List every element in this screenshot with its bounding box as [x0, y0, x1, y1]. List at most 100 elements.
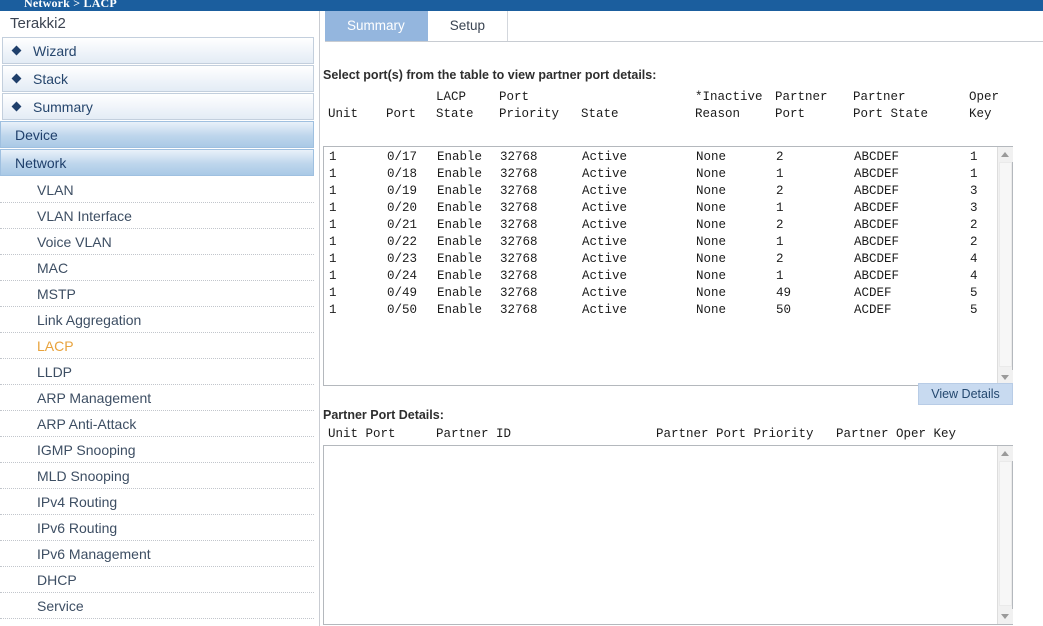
table-row[interactable]: 1 0/22 Enable 32768 Active None 1 ABCDEF 2: [324, 234, 997, 251]
cell-inactive-reason: None: [696, 303, 727, 317]
cell-partner-port: 1: [776, 235, 784, 249]
port-header-oper-key: Key: [969, 107, 992, 121]
sidebar-item-label: LLDP: [37, 364, 73, 380]
cell-port-priority: 32768: [500, 167, 538, 181]
table-row[interactable]: 1 0/21 Enable 32768 Active None 2 ABCDEF 2: [324, 217, 997, 234]
table-row[interactable]: 1 0/19 Enable 32768 Active None 2 ABCDEF 3: [324, 183, 997, 200]
sidebar-top-item-wizard[interactable]: Wizard: [2, 37, 314, 64]
table-row[interactable]: 1 0/50 Enable 32768 Active None 50 ACDEF 5: [324, 302, 997, 319]
cell-unit: 1: [329, 303, 337, 317]
cell-port-priority: 32768: [500, 184, 538, 198]
partner-details-scrollbar[interactable]: [997, 446, 1013, 624]
cell-inactive-reason: None: [696, 218, 727, 232]
scroll-up-arrow-icon[interactable]: [998, 446, 1013, 461]
port-table-rows[interactable]: 1 0/17 Enable 32768 Active None 2 ABCDEF 1 1 0/18 E…: [324, 147, 997, 385]
partner-header-partner-oper-key: Partner Oper Key: [836, 427, 957, 441]
cell-lacp-state: Enable: [437, 235, 483, 249]
tab-setup[interactable]: Setup: [428, 11, 509, 41]
sidebar-item-lldp[interactable]: LLDP: [0, 359, 314, 385]
sidebar-item-label: MSTP: [37, 286, 76, 302]
sidebar-section-label: Network: [15, 155, 67, 171]
cell-partner-port: 2: [776, 184, 784, 198]
sidebar-item-label: IPv6 Management: [37, 546, 151, 562]
cell-unit: 1: [329, 218, 337, 232]
port-header-partner-port: Partner: [775, 90, 828, 104]
cell-state: Active: [582, 286, 628, 300]
sidebar-top-item-label: Stack: [33, 71, 69, 87]
table-row[interactable]: 1 0/24 Enable 32768 Active None 1 ABCDEF 4: [324, 268, 997, 285]
port-header-port: Port: [386, 107, 417, 121]
cell-partner-port-state: ACDEF: [854, 303, 892, 317]
sidebar-item-vlan-interface[interactable]: VLAN Interface: [0, 203, 314, 229]
sidebar-item-ipv6-routing[interactable]: IPv6 Routing: [0, 515, 314, 541]
cell-partner-port: 1: [776, 269, 784, 283]
sidebar-item-link-aggregation[interactable]: Link Aggregation: [0, 307, 314, 333]
sidebar-item-label: IPv6 Routing: [37, 520, 118, 536]
scrollbar-thumb[interactable]: [999, 162, 1012, 367]
cell-port-priority: 32768: [500, 150, 538, 164]
sidebar-item-voice-vlan[interactable]: Voice VLAN: [0, 229, 314, 255]
sidebar-item-mac[interactable]: MAC: [0, 255, 314, 281]
table-row[interactable]: 1 0/17 Enable 32768 Active None 2 ABCDEF 1: [324, 149, 997, 166]
sidebar-item-vlan[interactable]: VLAN: [0, 177, 314, 203]
sidebar-item-ipv6-management[interactable]: IPv6 Management: [0, 541, 314, 567]
port-header-inactive-reason: Reason: [695, 107, 741, 121]
cell-port: 0/22: [387, 235, 418, 249]
sidebar-top-item-summary[interactable]: Summary: [2, 93, 314, 120]
table-row[interactable]: 1 0/20 Enable 32768 Active None 1 ABCDEF 3: [324, 200, 997, 217]
cell-port-priority: 32768: [500, 252, 538, 266]
partner-details-label: Partner Port Details:: [323, 408, 444, 422]
cell-lacp-state: Enable: [437, 252, 483, 266]
sidebar-item-service[interactable]: Service: [0, 593, 314, 619]
port-header-partner-port-state: Port State: [853, 107, 929, 121]
table-row[interactable]: 1 0/23 Enable 32768 Active None 2 ABCDEF 4: [324, 251, 997, 268]
partner-details-listbox[interactable]: [323, 445, 1013, 625]
sidebar-top-item-stack[interactable]: Stack: [2, 65, 314, 92]
port-header-lacp-state: State: [436, 107, 474, 121]
sidebar-item-dhcp[interactable]: DHCP: [0, 567, 314, 593]
main-panel: Summary Setup Select port(s) from the tab…: [320, 11, 1043, 626]
cell-oper-key: 3: [970, 201, 978, 215]
cell-port-priority: 32768: [500, 286, 538, 300]
sidebar-item-label: VLAN Interface: [37, 208, 132, 224]
scroll-up-arrow-icon[interactable]: [998, 147, 1013, 162]
sidebar-item-ipv4-routing[interactable]: IPv4 Routing: [0, 489, 314, 515]
sidebar-item-igmp-snooping[interactable]: IGMP Snooping: [0, 437, 314, 463]
port-header-port-priority: Priority: [499, 107, 560, 121]
sidebar-top-group: Wizard Stack Summary: [0, 37, 319, 120]
sidebar-item-lacp[interactable]: LACP: [0, 333, 314, 359]
view-details-button[interactable]: View Details: [918, 383, 1013, 405]
sidebar-item-mstp[interactable]: MSTP: [0, 281, 314, 307]
sidebar-section-device[interactable]: Device: [0, 121, 314, 148]
cell-oper-key: 5: [970, 286, 978, 300]
port-table-scrollbar[interactable]: [997, 147, 1013, 385]
tab-summary[interactable]: Summary: [325, 11, 428, 41]
port-header-state: State: [581, 107, 619, 121]
scroll-down-arrow-icon[interactable]: [998, 609, 1013, 624]
scrollbar-thumb[interactable]: [999, 461, 1012, 606]
device-name: Terakki2: [0, 11, 319, 37]
table-row[interactable]: 1 0/49 Enable 32768 Active None 49 ACDEF 5: [324, 285, 997, 302]
cell-lacp-state: Enable: [437, 303, 483, 317]
table-row[interactable]: 1 0/18 Enable 32768 Active None 1 ABCDEF 1: [324, 166, 997, 183]
sidebar-item-arp-anti-attack[interactable]: ARP Anti-Attack: [0, 411, 314, 437]
sidebar-item-label: MLD Snooping: [37, 468, 130, 484]
sidebar-nav: Device Network VLAN VLAN Interface Voice VLA…: [0, 121, 319, 619]
sidebar-item-arp-management[interactable]: ARP Management: [0, 385, 314, 411]
cell-port: 0/49: [387, 286, 418, 300]
cell-oper-key: 4: [970, 252, 978, 266]
cell-oper-key: 2: [970, 235, 978, 249]
cell-unit: 1: [329, 201, 337, 215]
partner-details-rows[interactable]: [324, 446, 997, 624]
cell-state: Active: [582, 252, 628, 266]
sidebar-section-label: Device: [15, 127, 58, 143]
cell-oper-key: 4: [970, 269, 978, 283]
sidebar-section-network[interactable]: Network: [0, 149, 314, 176]
port-header-unit: Unit: [328, 107, 359, 121]
sidebar-item-mld-snooping[interactable]: MLD Snooping: [0, 463, 314, 489]
cell-port: 0/23: [387, 252, 418, 266]
port-table-listbox[interactable]: 1 0/17 Enable 32768 Active None 2 ABCDEF 1 1 0/18 E…: [323, 146, 1013, 386]
cell-partner-port-state: ABCDEF: [854, 235, 900, 249]
cell-inactive-reason: None: [696, 286, 727, 300]
tab-bar: Summary Setup: [325, 11, 1043, 42]
